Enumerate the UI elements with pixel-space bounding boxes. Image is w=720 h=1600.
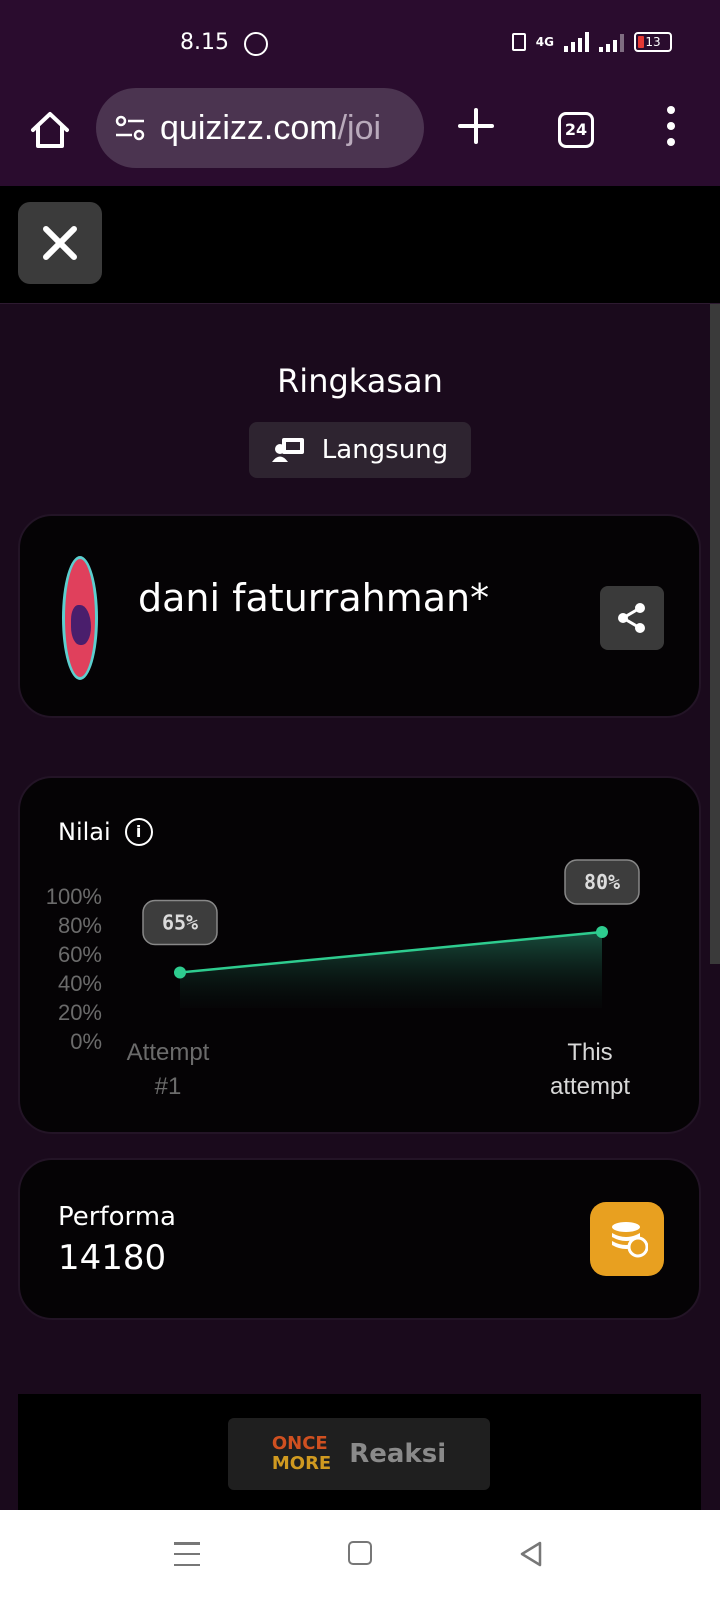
- y-tick-label: 60%: [58, 942, 102, 967]
- signal-icon: [564, 32, 589, 52]
- system-nav-bar: [0, 1510, 720, 1600]
- score-chart: 100% 80% 60% 40% 20% 0% 65% 80% Attempt #1 This a…: [46, 859, 640, 1100]
- home-icon[interactable]: [28, 108, 72, 152]
- score-point[interactable]: [174, 966, 186, 979]
- status-time: 8.15: [180, 30, 229, 55]
- score-card: Nilai i 100% 80% 60% 40% 20% 0% 65% 80% Attemp…: [18, 776, 701, 1134]
- vibrate-icon: [511, 33, 526, 51]
- mode-chip: Langsung: [249, 422, 471, 478]
- more-menu-icon[interactable]: [664, 106, 678, 146]
- y-tick-label: 20%: [58, 1000, 102, 1025]
- y-tick-label: 40%: [58, 971, 102, 996]
- svg-text:65%: 65%: [162, 911, 198, 935]
- y-tick-label: 80%: [58, 913, 102, 938]
- x-tick-label: This attempt: [550, 1039, 630, 1100]
- y-tick-label: 100%: [46, 884, 102, 909]
- performance-label: Performa: [58, 1202, 176, 1232]
- scrollbar[interactable]: [710, 304, 720, 964]
- close-icon: [43, 226, 77, 260]
- browser-toolbar: quizizz.com/joi 24: [0, 88, 720, 186]
- nav-home-icon[interactable]: [348, 1541, 372, 1565]
- network-label: 4G: [535, 35, 554, 49]
- user-card: dani faturrahman*: [18, 514, 701, 718]
- whatsapp-icon: [244, 32, 268, 56]
- battery-icon: 13: [634, 32, 672, 52]
- reactions-label: Reaksi: [349, 1439, 447, 1469]
- signal-2-icon: [599, 32, 624, 52]
- share-icon: [618, 603, 645, 633]
- recent-apps-icon[interactable]: [174, 1542, 200, 1566]
- status-bar: 8.15 4G 13: [0, 0, 720, 88]
- value-label: 80%: [564, 859, 640, 905]
- live-class-icon: [271, 438, 304, 462]
- score-area: [180, 932, 602, 1008]
- y-tick-label: 0%: [70, 1029, 102, 1054]
- x-tick-label: Attempt #1: [127, 1039, 210, 1100]
- score-point[interactable]: [596, 926, 608, 938]
- url-text: quizizz.com/joi: [160, 108, 382, 147]
- once-more-logo: ONCE MORE: [271, 1433, 332, 1474]
- user-name: dani faturrahman*: [138, 576, 490, 620]
- avatar: [62, 556, 98, 680]
- back-icon[interactable]: [518, 1540, 544, 1568]
- close-button[interactable]: [18, 202, 102, 284]
- performance-value: 14180: [58, 1238, 167, 1278]
- svg-text:80%: 80%: [584, 870, 620, 894]
- coins-button[interactable]: [590, 1202, 664, 1276]
- new-tab-icon[interactable]: [456, 106, 496, 146]
- page-title: Ringkasan: [277, 362, 443, 400]
- reactions-button[interactable]: ONCE MORE Reaksi: [228, 1418, 490, 1490]
- status-icons: 4G 13: [511, 32, 672, 52]
- reactions-strip: ONCE MORE Reaksi: [18, 1394, 701, 1514]
- coins-icon: [612, 1222, 648, 1258]
- close-bar: [0, 186, 720, 304]
- performance-card: Performa 14180: [18, 1158, 701, 1320]
- address-bar[interactable]: quizizz.com/joi: [96, 88, 424, 168]
- tab-switcher-button[interactable]: 24: [558, 112, 594, 148]
- share-button[interactable]: [600, 586, 664, 650]
- site-settings-icon[interactable]: [114, 113, 146, 143]
- value-label: 65%: [142, 899, 218, 946]
- mode-label: Langsung: [321, 435, 449, 465]
